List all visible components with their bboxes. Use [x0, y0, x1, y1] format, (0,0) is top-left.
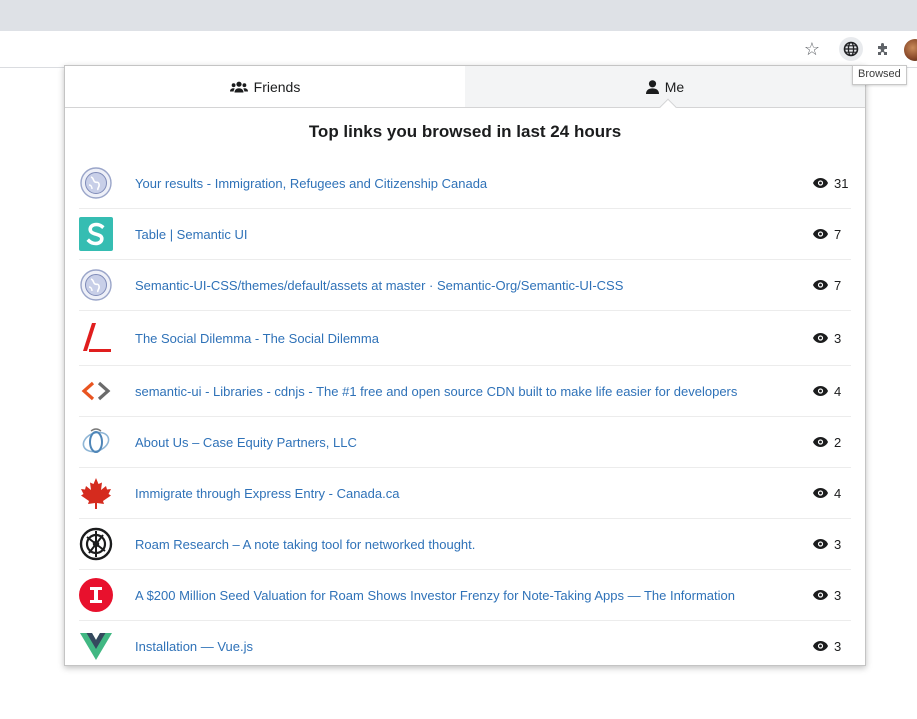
- link-title[interactable]: Installation — Vue.js: [135, 639, 253, 654]
- link-title[interactable]: The Social Dilemma - The Social Dilemma: [135, 331, 379, 346]
- globe-icon[interactable]: [839, 37, 863, 61]
- eye-icon: [813, 386, 828, 396]
- view-count-value: 7: [834, 226, 842, 242]
- semantic-ui-favicon-icon: [79, 217, 113, 251]
- star-icon[interactable]: ☆: [800, 37, 824, 61]
- view-count: 2: [813, 435, 841, 450]
- eye-icon: [813, 590, 828, 600]
- view-count-value: 3: [834, 536, 842, 552]
- link-title[interactable]: About Us – Case Equity Partners, LLC: [135, 435, 357, 450]
- friends-icon: [229, 81, 248, 92]
- cdnjs-favicon-icon: [79, 374, 113, 408]
- view-count: 3: [813, 588, 841, 603]
- view-count: 4: [813, 384, 841, 399]
- link-title[interactable]: Table | Semantic UI: [135, 227, 247, 242]
- view-count-value: 3: [834, 638, 842, 654]
- view-count: 4: [813, 486, 841, 501]
- eye-icon: [813, 280, 828, 290]
- list-item: Roam Research – A note taking tool for n…: [79, 519, 851, 570]
- eye-icon: [813, 178, 828, 188]
- tab-me-label: Me: [664, 78, 685, 95]
- tab-friends-label: Friends: [253, 78, 301, 95]
- browser-tab-strip: [0, 0, 917, 31]
- the-information-favicon-icon: [79, 578, 113, 612]
- maple-leaf-favicon-icon: [79, 476, 113, 510]
- view-count-value: 31: [834, 175, 849, 191]
- link-title[interactable]: Semantic-UI-CSS/themes/default/assets at…: [135, 278, 623, 293]
- eye-icon: [813, 437, 828, 447]
- view-count: 3: [813, 331, 841, 346]
- list-item: The Social Dilemma - The Social Dilemma …: [79, 311, 851, 366]
- list-item: About Us – Case Equity Partners, LLC 2: [79, 417, 851, 468]
- view-count-value: 2: [834, 434, 842, 450]
- view-count: 7: [813, 227, 841, 242]
- roam-research-favicon-icon: [79, 527, 113, 561]
- view-count: 3: [813, 537, 841, 552]
- social-dilemma-favicon-icon: [79, 321, 113, 355]
- view-count: 31: [813, 176, 848, 191]
- list-item: Table | Semantic UI 7: [79, 209, 851, 260]
- view-count: 7: [813, 278, 841, 293]
- eye-icon: [813, 539, 828, 549]
- tab-friends[interactable]: Friends: [65, 66, 465, 107]
- eye-icon: [813, 641, 828, 651]
- links-list: Your results - Immigration, Refugees and…: [79, 158, 851, 671]
- eye-icon: [813, 229, 828, 239]
- globe-favicon-icon: [79, 166, 113, 200]
- view-count-value: 3: [834, 587, 842, 603]
- view-count-value: 4: [834, 485, 842, 501]
- user-icon: [645, 79, 659, 94]
- popup-heading: Top links you browsed in last 24 hours: [308, 122, 622, 141]
- list-item: Installation — Vue.js 3: [79, 621, 851, 671]
- link-title[interactable]: Roam Research – A note taking tool for n…: [135, 537, 475, 552]
- view-count-value: 7: [834, 277, 842, 293]
- link-title[interactable]: Your results - Immigration, Refugees and…: [135, 176, 487, 191]
- globe-favicon-icon: [79, 268, 113, 302]
- eye-icon: [813, 333, 828, 343]
- view-count-value: 3: [834, 330, 842, 346]
- browser-toolbar: ☆: [0, 31, 917, 68]
- popup-tabs: Friends Me: [65, 66, 865, 108]
- browsed-popup: Friends Me Top links you browsed in last…: [64, 65, 866, 666]
- view-count-value: 4: [834, 383, 842, 399]
- list-item: Immigrate through Express Entry - Canada…: [79, 468, 851, 519]
- list-item: semantic-ui - Libraries - cdnjs - The #1…: [79, 366, 851, 417]
- eye-icon: [813, 488, 828, 498]
- browsed-tooltip: Browsed: [852, 65, 907, 85]
- view-count: 3: [813, 639, 841, 654]
- avatar[interactable]: [904, 39, 917, 61]
- link-title[interactable]: semantic-ui - Libraries - cdnjs - The #1…: [135, 384, 737, 399]
- puzzle-icon[interactable]: [871, 37, 895, 61]
- list-item: A $200 Million Seed Valuation for Roam S…: [79, 570, 851, 621]
- link-title[interactable]: A $200 Million Seed Valuation for Roam S…: [135, 588, 735, 603]
- list-item: Semantic-UI-CSS/themes/default/assets at…: [79, 260, 851, 311]
- case-equity-favicon-icon: [79, 425, 113, 459]
- list-item: Your results - Immigration, Refugees and…: [79, 158, 851, 209]
- vue-favicon-icon: [79, 629, 113, 663]
- link-title[interactable]: Immigrate through Express Entry - Canada…: [135, 486, 399, 501]
